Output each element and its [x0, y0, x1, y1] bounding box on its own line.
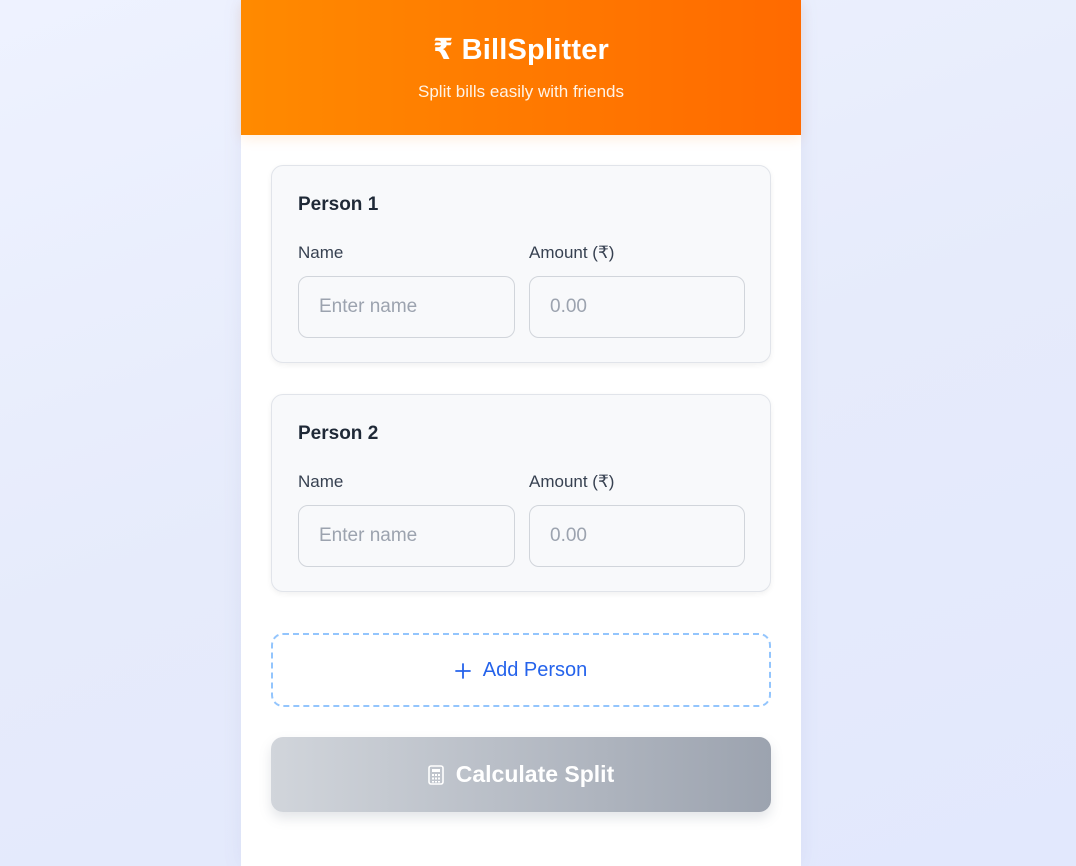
name-label: Name	[298, 472, 344, 491]
calculate-split-button[interactable]: Calculate Split	[271, 737, 771, 812]
person-title: Person 2	[298, 423, 379, 444]
app-header: ₹ BillSplitter Split bills easily with f…	[241, 0, 801, 135]
amount-label: Amount (₹)	[529, 243, 615, 262]
amount-label: Amount (₹)	[529, 472, 615, 491]
app-container: ₹ BillSplitter Split bills easily with f…	[241, 0, 801, 866]
add-person-button[interactable]: Add Person	[271, 633, 771, 707]
calculator-icon	[427, 764, 444, 785]
calculate-split-label: Calculate Split	[455, 761, 615, 787]
app-title: ₹ BillSplitter	[432, 34, 610, 66]
plus-icon	[454, 660, 471, 680]
name-input[interactable]	[298, 505, 515, 567]
person-card-2: Person 2 Name Amount (₹)	[271, 394, 771, 592]
app-subtitle: Split bills easily with friends	[418, 82, 624, 101]
person-title: Person 1	[298, 194, 379, 215]
add-person-label: Add Person	[482, 658, 588, 681]
amount-input[interactable]	[529, 505, 745, 567]
person-card-1: Person 1 Name Amount (₹)	[271, 165, 771, 363]
name-label: Name	[298, 243, 344, 262]
name-input[interactable]	[298, 276, 515, 338]
amount-input[interactable]	[529, 276, 745, 338]
